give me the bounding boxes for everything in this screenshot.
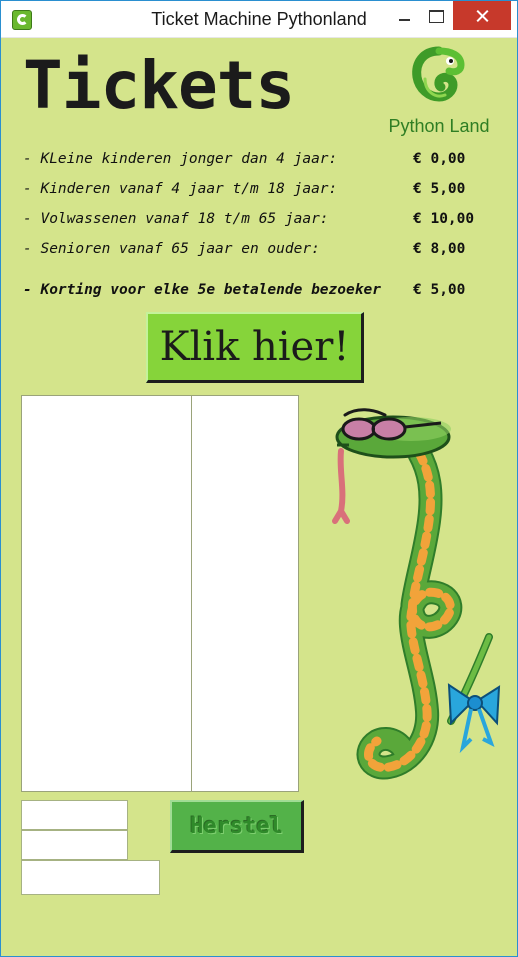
title-bar[interactable]: Ticket Machine Pythonland [1,1,517,38]
price-row-kinderen: - Kinderen vanaf 4 jaar t/m 18 jaar: € 5… [23,181,493,203]
price-row-kleine-kinderen: - KLeine kinderen jonger dan 4 jaar: € 0… [23,151,493,173]
price-value: € 5,00 [413,181,466,197]
python-land-logo-icon [412,46,465,102]
price-row-korting: - Korting voor elke 5e betalende bezoeke… [23,282,493,304]
price-value: € 10,00 [413,211,475,227]
price-row-senioren: - Senioren vanaf 65 jaar en ouder: € 8,0… [23,241,493,263]
price-label: - Korting voor elke 5e betalende bezoeke… [23,282,381,298]
price-value: € 8,00 [413,241,466,257]
close-button[interactable] [453,1,511,30]
price-label: - Kinderen vanaf 4 jaar t/m 18 jaar: [23,181,338,197]
price-label: - Volwassenen vanaf 18 t/m 65 jaar: [23,211,329,227]
ticket-price-listbox[interactable] [191,395,299,792]
herstel-button[interactable]: Herstel [170,800,304,853]
snake-illustration [332,408,501,780]
ticket-type-listbox[interactable] [21,395,192,792]
klik-hier-button[interactable]: Klik hier! [146,312,364,383]
logo-text: Python Land [388,116,490,136]
price-value: € 0,00 [413,151,466,167]
price-value: € 5,00 [413,282,466,298]
minimize-button[interactable] [389,1,419,30]
entry-field-3[interactable] [21,860,160,895]
page-title: Tickets [23,47,295,124]
price-label: - Senioren vanaf 65 jaar en ouder: [23,241,320,257]
entry-field-1[interactable] [21,800,128,830]
maximize-button[interactable] [420,1,450,30]
entry-field-2[interactable] [21,830,128,860]
python-land-logo: Python Land [377,45,501,137]
price-row-volwassenen: - Volwassenen vanaf 18 t/m 65 jaar: € 10… [23,211,493,233]
price-label: - KLeine kinderen jonger dan 4 jaar: [23,151,338,167]
app-window: Ticket Machine Pythonland Tickets Python… [0,0,518,957]
